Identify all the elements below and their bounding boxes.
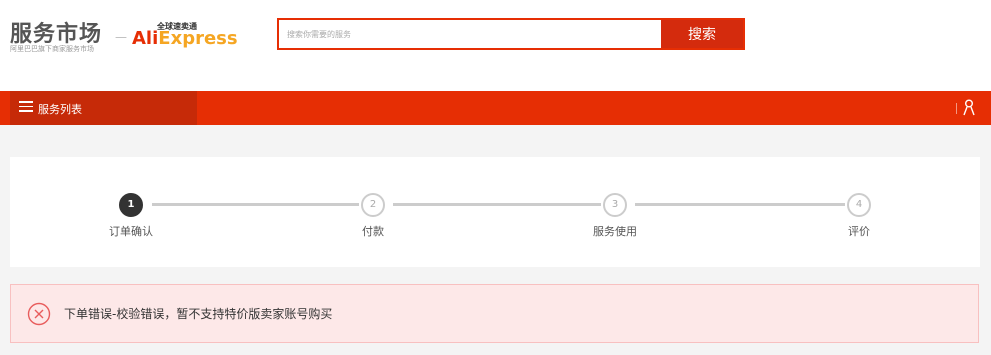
order-steps-card: [10, 157, 980, 267]
header: 服务市场 阿里巴巴旗下商家服务市场 — 全球速卖通 AliExpress 搜索: [0, 0, 991, 91]
close-circle-icon: [27, 302, 51, 326]
step-connector: [152, 203, 359, 206]
step-3-label: 服务使用: [593, 225, 637, 238]
step-connector: [635, 203, 845, 206]
step-4-circle: 4: [847, 193, 871, 217]
step-2-label: 付款: [362, 225, 384, 238]
logo-separator: —: [115, 30, 127, 44]
navbar: 服务列表: [0, 91, 991, 125]
search-bar: 搜索: [277, 18, 745, 50]
error-alert: 下单错误-校验错误，暂不支持特价版卖家账号购买: [10, 284, 979, 343]
user-icon[interactable]: [963, 99, 975, 116]
step-1-label: 订单确认: [109, 225, 153, 238]
aliexpress-logo-express: Express: [158, 28, 238, 49]
step-connector: [393, 203, 601, 206]
nav-tab-service-list[interactable]: 服务列表: [10, 91, 197, 125]
nav-tab-label: 服务列表: [38, 103, 82, 116]
error-message: 下单错误-校验错误，暂不支持特价版卖家账号购买: [64, 307, 333, 321]
logo[interactable]: 服务市场 阿里巴巴旗下商家服务市场 — 全球速卖通 AliExpress: [10, 16, 240, 56]
search-input[interactable]: [279, 20, 663, 48]
step-3-circle: 3: [603, 193, 627, 217]
step-4-label: 评价: [848, 225, 870, 238]
logo-sub-text: 阿里巴巴旗下商家服务市场: [10, 45, 94, 53]
aliexpress-logo-ali: Ali: [132, 28, 159, 49]
search-button[interactable]: 搜索: [661, 20, 743, 48]
step-2-circle: 2: [361, 193, 385, 217]
step-1-circle: 1: [119, 193, 143, 217]
nav-divider: [956, 103, 957, 114]
aliexpress-logo: AliExpress: [132, 28, 238, 49]
menu-icon: [19, 101, 33, 112]
